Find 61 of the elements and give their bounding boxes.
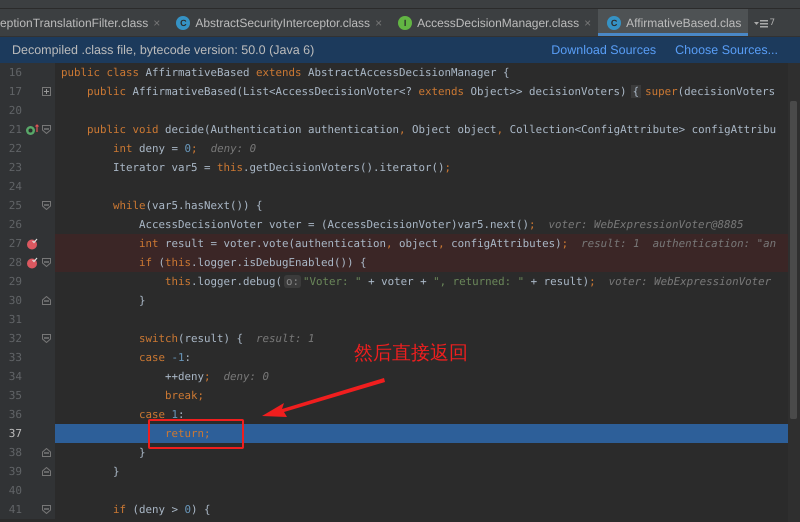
inline-value-hint: voter: WebExpressionVoter@8885 [548, 218, 744, 231]
editor-tab[interactable]: C AbstractSecurityInterceptor.class × [167, 9, 390, 36]
fold-start-icon[interactable] [42, 201, 51, 210]
code-text: super(decisionVoters [645, 85, 776, 98]
code-text: this.logger.debug( [165, 275, 282, 288]
notice-link[interactable]: Download Sources [551, 43, 656, 57]
editor-tab[interactable]: eptionTranslationFilter.class × [0, 9, 168, 36]
close-icon[interactable]: × [375, 16, 382, 30]
code-text: case -1: [139, 351, 192, 364]
close-icon[interactable]: × [584, 16, 592, 30]
notice-link[interactable]: Choose Sources... [675, 43, 778, 57]
parameter-hint: o: [284, 275, 302, 288]
inline-value-hint: result: 1 [256, 332, 315, 345]
inline-value-hint: authentication: "an [652, 237, 776, 250]
code-text: } [113, 465, 120, 478]
line-number: 37 [8, 427, 22, 440]
code-text: while(var5.hasNext()) { [113, 199, 263, 212]
code-text: int deny = 0; [113, 142, 198, 155]
code-text: switch(result) { [139, 332, 244, 345]
fold-end-icon[interactable] [42, 448, 51, 457]
code-text: "Voter: " + voter + ", returned: " + result); [303, 275, 596, 288]
code-text: return; [165, 427, 211, 440]
expand-icon[interactable] [42, 87, 51, 96]
fold-start-icon[interactable] [42, 258, 51, 267]
folded-code[interactable]: { [630, 85, 642, 98]
code-text: if (deny > 0) { [113, 503, 211, 516]
fold-end-icon[interactable] [42, 296, 51, 305]
code-text: public AffirmativeBased(List<AccessDecisionVoter<? extends Object>> decisionVoters) [87, 85, 627, 98]
editor-tab[interactable]: I AccessDecisionManager.class × [389, 9, 598, 36]
file-type-icon: C [607, 16, 622, 30]
code-text: if (this.logger.isDebugEnabled()) { [139, 256, 367, 269]
tab-overflow-button[interactable]: 7 [748, 9, 782, 36]
inline-value-hint: result: 1 [581, 237, 640, 250]
fold-end-icon[interactable] [42, 467, 51, 476]
file-type-icon: C [176, 16, 190, 30]
code-text: ++deny; [165, 370, 211, 383]
notice-text: Decompiled .class file, bytecode version: 50.0 (Java 6) [12, 43, 314, 57]
annotation-text: 然后直接返回 [354, 341, 468, 366]
code-text: } [139, 294, 146, 307]
override-icon[interactable] [25, 124, 39, 136]
fold-start-icon[interactable] [42, 505, 51, 514]
editor-tab[interactable]: C AffirmativeBased.clas [598, 9, 748, 36]
breakpoint-icon[interactable] [26, 256, 38, 268]
fold-start-icon[interactable] [42, 334, 51, 343]
breakpoint-icon[interactable] [26, 238, 38, 250]
code-text: AccessDecisionVoter voter = (AccessDecisionVoter)var5.next(); [139, 218, 536, 231]
inline-value-hint: deny: 0 [210, 142, 256, 155]
inline-value-hint: deny: 0 [224, 370, 270, 383]
code-text: case 1: [139, 408, 185, 421]
code-text: public void decide(Authentication authentication, Object object, Collection<ConfigAttribute> configAttribu [87, 123, 776, 136]
close-icon[interactable]: × [153, 16, 160, 30]
inline-value-hint: voter: WebExpressionVoter [608, 275, 772, 288]
fold-start-icon[interactable] [42, 125, 51, 134]
code-text: break; [165, 389, 204, 402]
code-text: int result = voter.vote(authentication, object, configAttributes); [139, 237, 568, 250]
scrollbar[interactable] [788, 63, 800, 522]
file-type-icon: I [398, 16, 412, 30]
code-text: Iterator var5 = this.getDecisionVoters().iterator(); [113, 161, 452, 174]
code-text: public class AffirmativeBased extends AbstractAccessDecisionManager { [61, 66, 510, 79]
code-text: } [139, 446, 146, 459]
list-icon [754, 18, 768, 28]
